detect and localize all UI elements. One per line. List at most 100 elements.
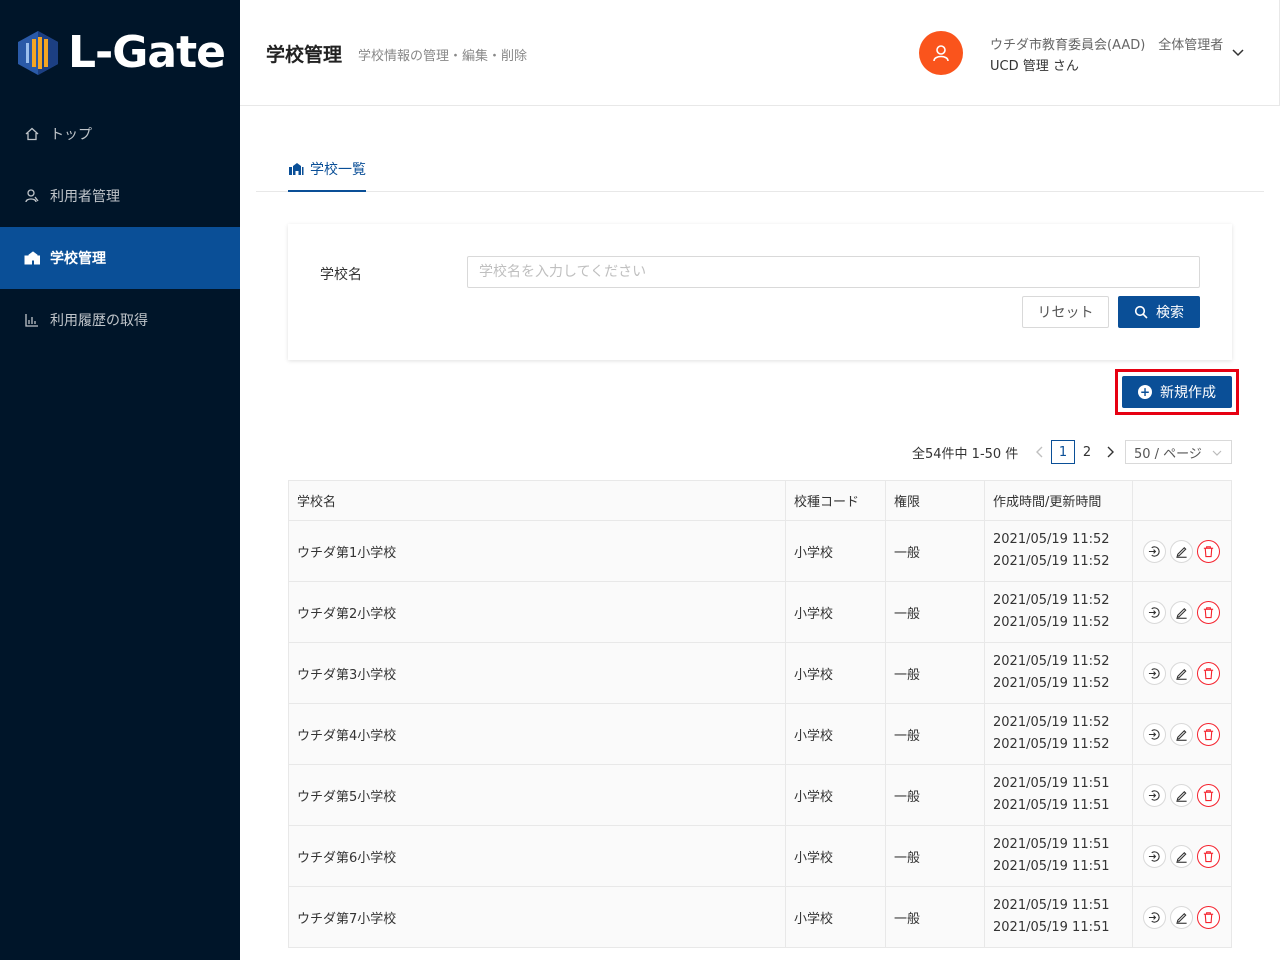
cell-school-name: ウチダ第5小学校: [289, 765, 786, 825]
login-as-button[interactable]: [1143, 661, 1166, 685]
page-header: 学校管理 学校情報の管理・編集・削除 ウチダ市教育委員会(AAD) 全体管理者 …: [240, 0, 1280, 106]
delete-button[interactable]: [1197, 905, 1220, 929]
logo-mark-icon: [18, 31, 58, 75]
edit-button[interactable]: [1170, 600, 1193, 624]
login-as-button[interactable]: [1143, 722, 1166, 746]
cell-time: 2021/05/19 11:52 2021/05/19 11:52: [985, 521, 1133, 581]
bar-chart-icon: [24, 312, 40, 328]
cell-school-name: ウチダ第6小学校: [289, 826, 786, 886]
school-icon: [288, 161, 304, 177]
edit-icon: [1176, 790, 1187, 802]
avatar[interactable]: [919, 31, 963, 75]
column-header-time: 作成時間/更新時間: [985, 481, 1133, 520]
new-button-highlight: + 新規作成: [1115, 369, 1239, 415]
table-row: ウチダ第7小学校 小学校 一般 2021/05/19 11:51 2021/05…: [289, 887, 1231, 948]
cell-school-name: ウチダ第2小学校: [289, 582, 786, 642]
brand-logo[interactable]: L-Gate: [16, 27, 226, 78]
home-icon: [24, 126, 40, 142]
login-as-button[interactable]: [1143, 783, 1166, 807]
tab-school-list[interactable]: 学校一覧: [288, 150, 366, 192]
edit-icon: [1176, 851, 1187, 863]
switch-login-icon: [1148, 728, 1160, 740]
sidebar-item-school[interactable]: 学校管理: [0, 227, 240, 289]
column-header-actions: [1133, 481, 1231, 520]
column-header-name: 学校名: [289, 481, 786, 520]
search-button[interactable]: 検索: [1118, 296, 1200, 328]
cell-role: 一般: [886, 521, 985, 581]
page-size-select[interactable]: 50 / ページ: [1125, 440, 1232, 464]
chevron-right-icon[interactable]: [1102, 444, 1118, 460]
delete-button[interactable]: [1197, 783, 1220, 807]
sidebar-item-history[interactable]: 利用履歴の取得: [0, 289, 240, 351]
tab-label: 学校一覧: [310, 162, 366, 178]
table-row: ウチダ第6小学校 小学校 一般 2021/05/19 11:51 2021/05…: [289, 826, 1231, 887]
pagination-total: 全54件中 1-50 件: [912, 447, 1019, 462]
user-name: UCD 管理 さん: [990, 59, 1079, 74]
sidebar-nav: トップ 利用者管理 学校管理 利用履歴の取得: [0, 103, 240, 351]
trash-icon: [1203, 728, 1214, 740]
cell-school-name: ウチダ第7小学校: [289, 887, 786, 947]
cell-role: 一般: [886, 704, 985, 764]
user-organization: ウチダ市教育委員会(AAD) 全体管理者: [990, 38, 1224, 53]
updated-time: 2021/05/19 11:52: [993, 615, 1110, 630]
cell-school-type: 小学校: [786, 765, 886, 825]
edit-button[interactable]: [1170, 844, 1193, 868]
table-row: ウチダ第5小学校 小学校 一般 2021/05/19 11:51 2021/05…: [289, 765, 1231, 826]
chevron-down-icon[interactable]: [1230, 44, 1246, 60]
cell-school-name: ウチダ第4小学校: [289, 704, 786, 764]
edit-icon: [1176, 729, 1187, 741]
column-header-type: 校種コード: [786, 481, 886, 520]
page-subtitle: 学校情報の管理・編集・削除: [358, 49, 528, 64]
table-row: ウチダ第2小学校 小学校 一般 2021/05/19 11:52 2021/05…: [289, 582, 1231, 643]
cell-actions: [1133, 582, 1231, 642]
reset-button[interactable]: リセット: [1022, 296, 1109, 328]
tab-bar: 学校一覧: [256, 150, 1264, 192]
brand-name: L-Gate: [68, 27, 226, 78]
delete-button[interactable]: [1197, 600, 1220, 624]
created-time: 2021/05/19 11:51: [993, 837, 1110, 852]
cell-role: 一般: [886, 582, 985, 642]
sidebar-item-label: トップ: [50, 127, 92, 143]
cell-school-name: ウチダ第3小学校: [289, 643, 786, 703]
switch-login-icon: [1148, 667, 1160, 679]
created-time: 2021/05/19 11:52: [993, 654, 1110, 669]
edit-button[interactable]: [1170, 661, 1193, 685]
cell-time: 2021/05/19 11:51 2021/05/19 11:51: [985, 887, 1133, 947]
delete-button[interactable]: [1197, 539, 1220, 563]
school-name-input[interactable]: [467, 256, 1200, 288]
cell-time: 2021/05/19 11:51 2021/05/19 11:51: [985, 765, 1133, 825]
edit-button[interactable]: [1170, 722, 1193, 746]
delete-button[interactable]: [1197, 722, 1220, 746]
edit-button[interactable]: [1170, 783, 1193, 807]
create-new-button[interactable]: + 新規作成: [1122, 376, 1232, 408]
school-icon: [24, 250, 40, 266]
switch-login-icon: [1148, 545, 1160, 557]
cell-school-type: 小学校: [786, 521, 886, 581]
edit-icon: [1176, 668, 1187, 680]
sidebar-item-top[interactable]: トップ: [0, 103, 240, 165]
search-label: 学校名: [320, 267, 362, 283]
cell-actions: [1133, 887, 1231, 947]
page-2-button[interactable]: 2: [1077, 440, 1097, 464]
login-as-button[interactable]: [1143, 905, 1166, 929]
edit-button[interactable]: [1170, 539, 1193, 563]
login-as-button[interactable]: [1143, 539, 1166, 563]
edit-button[interactable]: [1170, 905, 1193, 929]
chevron-left-icon[interactable]: [1032, 444, 1048, 460]
page-1-button[interactable]: 1: [1051, 440, 1075, 464]
trash-icon: [1203, 545, 1214, 557]
login-as-button[interactable]: [1143, 600, 1166, 624]
create-new-label: 新規作成: [1160, 385, 1216, 401]
cell-time: 2021/05/19 11:52 2021/05/19 11:52: [985, 582, 1133, 642]
cell-school-type: 小学校: [786, 643, 886, 703]
login-as-button[interactable]: [1143, 844, 1166, 868]
delete-button[interactable]: [1197, 844, 1220, 868]
user-icon: [933, 45, 949, 62]
cell-role: 一般: [886, 765, 985, 825]
delete-button[interactable]: [1197, 661, 1220, 685]
sidebar-item-users[interactable]: 利用者管理: [0, 165, 240, 227]
cell-actions: [1133, 643, 1231, 703]
cell-school-type: 小学校: [786, 704, 886, 764]
cell-role: 一般: [886, 643, 985, 703]
cell-school-type: 小学校: [786, 826, 886, 886]
